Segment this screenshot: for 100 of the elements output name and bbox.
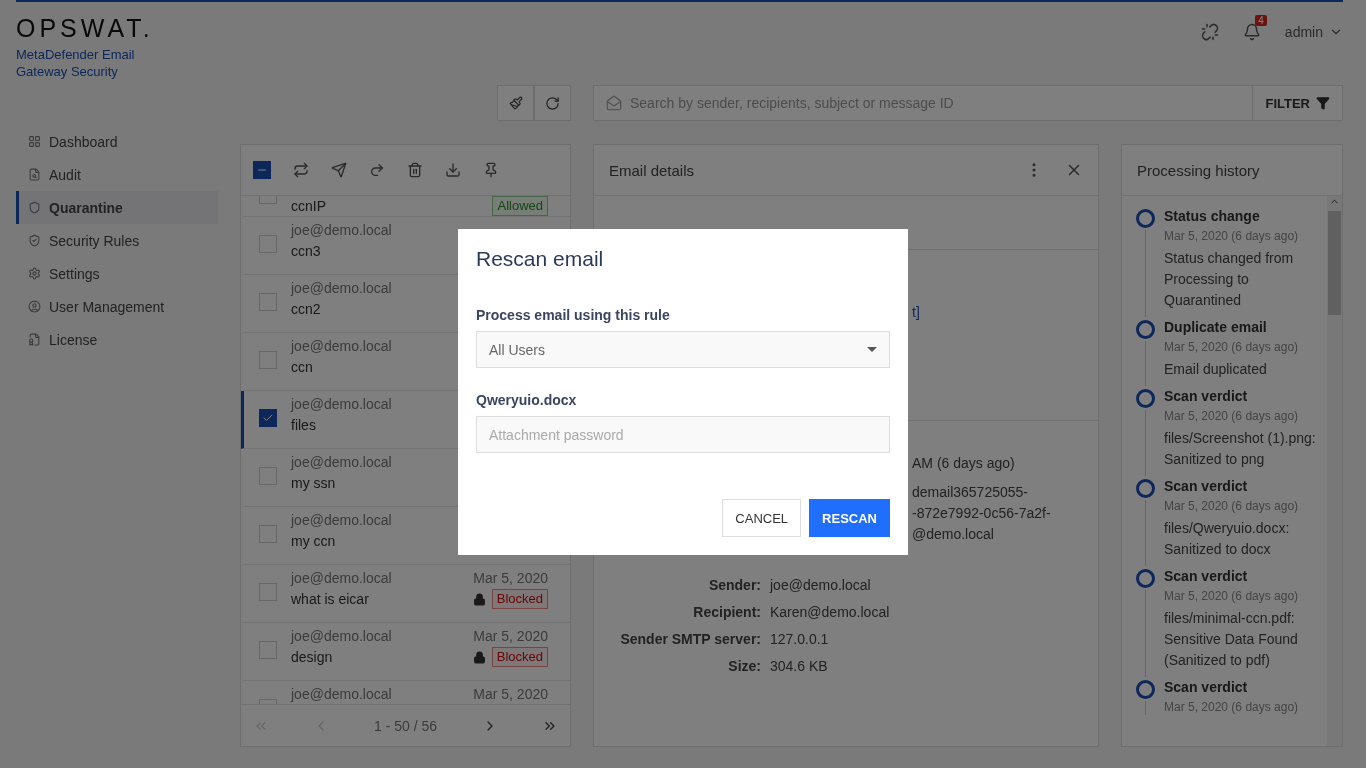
timeline-ring-icon [1136,569,1155,588]
brush-button[interactable] [497,85,534,121]
pin-icon[interactable] [483,162,499,178]
event-title: Scan verdict [1164,567,1249,586]
document-icon [28,333,41,346]
date-text: Mar 5, 2020 [473,628,548,644]
link-fragment[interactable]: t] [912,304,920,320]
timeline-ring-icon [1136,209,1155,228]
subject-text: my ssn [291,475,336,491]
refresh-icon [545,95,560,111]
sidebar-item[interactable]: Security Rules [16,224,218,257]
subject-text: ccn [291,359,313,375]
sender-text: joe@demo.local [291,396,392,412]
rule-select[interactable]: All Users [476,331,890,368]
field-value: 304.6 KB [770,657,828,676]
event-text: Email duplicated [1164,360,1268,379]
sidebar-item[interactable]: Quarantine [16,191,218,224]
forward-icon[interactable] [369,162,385,178]
scrollbar[interactable] [1327,196,1342,746]
event-text: files/Screenshot (1).png: Sanitized to png [1164,429,1317,469]
event-title: Scan verdict [1164,477,1249,496]
file-search-icon [28,168,41,181]
download-icon[interactable] [445,162,461,178]
shield-icon [28,201,41,214]
event-text: files/Qweryuio.docx: Sanitized to docx [1164,519,1291,559]
event-title: Scan verdict [1164,387,1249,406]
event-text: Status changed from Processing to Quarantined [1164,249,1295,310]
field-value: Karen@demo.local [770,603,890,622]
sidebar-item[interactable]: License [16,323,218,356]
sender-text: joe@demo.local [291,454,392,470]
refresh-button[interactable] [534,85,571,121]
envelope-icon [606,95,622,111]
email-row[interactable]: ccnIP Allowed [241,196,570,217]
caret-icon [867,347,877,352]
product-name: MetaDefender Email Gateway Security [16,46,136,80]
select-all-checkbox[interactable] [253,161,271,179]
subject-text: what is eicar [291,591,369,607]
sidebar-item[interactable]: Audit [16,158,218,191]
event-date: Mar 5, 2020 (6 days ago) [1164,228,1300,244]
event-date: Mar 5, 2020 (6 days ago) [1164,408,1300,424]
field-label: Recipient: [692,603,761,622]
email-row[interactable]: joe@demo.local Mar 5, 2020 [241,681,570,704]
shield-check-icon [28,234,41,247]
row-checkbox[interactable] [259,409,277,427]
timeline-ring-icon [1136,479,1155,498]
email-row[interactable]: joe@demo.local what is eicar Mar 5, 2020 Blocked [241,565,570,623]
subject-text: ccn2 [291,301,321,317]
cancel-button[interactable]: CANCEL [722,499,802,537]
sidebar-item[interactable]: User Management [16,290,218,323]
field-value: @demo.local [912,525,994,544]
pagination-text: 1 - 50 / 56 [373,717,437,734]
check-icon [262,412,274,424]
grid-icon [28,135,41,148]
logo: OPSWAT. [16,14,154,42]
field-value: -872e7992-0c56-7a2f- [912,504,1051,523]
notification-bell-icon[interactable] [1242,23,1261,41]
sender-text: joe@demo.local [291,686,392,702]
password-field[interactable]: Attachment password [476,416,890,453]
timeline-ring-icon [1136,389,1155,408]
status-badge: Allowed [492,196,548,216]
event-date: Mar 5, 2020 (6 days ago) [1164,699,1300,715]
event-text: files/minimal-ccn.pdf: Sensitive Data Found (Sanitized to pdf) [1164,609,1299,670]
sender-text: joe@demo.local [291,338,392,354]
status-badge: Blocked [491,589,548,609]
sender-text: joe@demo.local [291,512,392,528]
sidebar-item[interactable]: Dashboard [16,125,218,158]
field-label: Sender: [707,576,761,595]
email-row[interactable]: joe@demo.local design Mar 5, 2020 Blocked [241,623,570,681]
event-date: Mar 5, 2020 (6 days ago) [1164,339,1300,355]
send-icon[interactable] [331,162,347,178]
rescan-button[interactable]: RESCAN [809,499,890,537]
subject-text: ccn3 [291,243,321,259]
repeat-icon[interactable] [293,162,309,178]
event-title: Scan verdict [1164,678,1249,697]
filter-icon [1316,96,1330,110]
sender-text: joe@demo.local [291,628,392,644]
event-date: Mar 5, 2020 (6 days ago) [1164,588,1300,604]
unlink-icon[interactable] [1200,23,1219,41]
user-menu[interactable]: admin [1284,24,1343,40]
subject-text: design [291,649,333,665]
panel-title: Processing history [1137,161,1260,179]
timeline-ring-icon [1136,320,1155,339]
user-icon [28,300,41,313]
subject-text: my ccn [291,533,336,549]
sender-text: joe@demo.local [291,222,392,238]
date-text: Mar 5, 2020 [473,686,548,702]
date-text: Mar 5, 2020 [473,570,548,586]
trash-icon[interactable] [407,162,423,178]
field-label: Size: [727,657,761,676]
event-title: Duplicate email [1164,318,1268,337]
status-badge: Blocked [491,647,548,667]
scrollbar-thumb[interactable] [1328,211,1341,315]
subject-text: files [291,417,316,433]
field-label: Sender SMTP server: [619,630,761,649]
sidebar-item[interactable]: Settings [16,257,218,290]
field-value: 127.0.0.1 [770,630,829,649]
brush-icon [508,96,523,110]
field-value: AM (6 days ago) [912,454,1015,473]
event-title: Status change [1164,207,1261,226]
notification-count: 4 [1255,15,1267,26]
